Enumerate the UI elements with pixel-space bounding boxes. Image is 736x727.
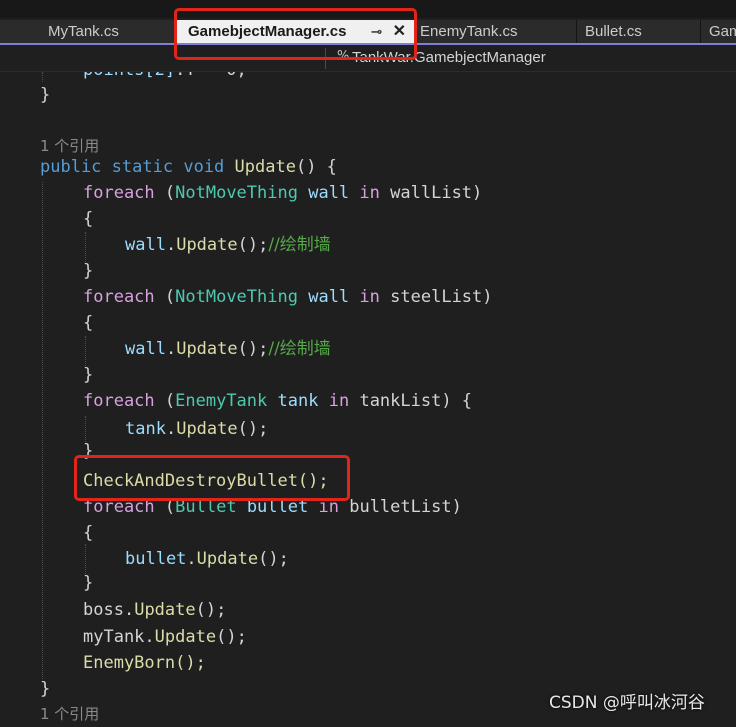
method-name: Update xyxy=(154,627,217,647)
tab-gam[interactable]: Gam xyxy=(701,20,736,43)
code-line: public static void Update() { xyxy=(40,154,337,180)
code-token: bulletList) xyxy=(349,497,462,517)
brace: } xyxy=(83,365,94,385)
brace: } xyxy=(40,85,51,105)
keyword: in xyxy=(359,183,380,203)
highlight-box-tab xyxy=(174,8,417,60)
method-name: Update xyxy=(176,419,238,439)
reference-count-link[interactable]: 1 个引用 xyxy=(40,701,99,727)
method-name: Update xyxy=(176,235,238,255)
code-line: tank.Update(); xyxy=(125,416,268,442)
method-name: Update xyxy=(176,339,238,359)
code-token: (); xyxy=(237,235,269,255)
keyword: foreach xyxy=(83,183,155,203)
code-token: (); xyxy=(237,419,269,439)
brace: } xyxy=(40,679,51,699)
keyword: in xyxy=(328,391,350,411)
code-line: } xyxy=(40,82,50,108)
code-line: foreach (NotMoveThing wall in steelList) xyxy=(83,284,493,310)
brace: { xyxy=(83,209,94,229)
code-line: { xyxy=(83,206,93,232)
highlight-box-call xyxy=(74,455,350,501)
brace: { xyxy=(83,523,94,543)
tab-label: Bullet.cs xyxy=(585,23,642,40)
variable: tank xyxy=(125,419,166,439)
code-line: { xyxy=(83,520,93,546)
code-line: foreach (NotMoveThing wall in wallList) xyxy=(83,180,482,206)
tab-bullet[interactable]: Bullet.cs xyxy=(577,20,701,43)
method-name: Update xyxy=(134,600,196,620)
tab-enemytank[interactable]: EnemyTank.cs xyxy=(414,20,577,43)
indent-guide xyxy=(42,72,43,82)
code-line: } xyxy=(40,676,50,702)
code-line: myTank.Update(); xyxy=(83,624,247,650)
keyword: void xyxy=(183,157,225,177)
keyword: in xyxy=(359,287,380,307)
code-token: tankList) { xyxy=(359,391,473,411)
code-token: . xyxy=(144,627,155,647)
code-token: (); xyxy=(195,600,227,620)
variable: wall xyxy=(308,287,350,307)
keyword: foreach xyxy=(83,287,155,307)
code-token: . xyxy=(165,419,177,439)
code-token: ( xyxy=(154,183,176,203)
tab-label: EnemyTank.cs xyxy=(420,23,518,40)
code-token: wallList) xyxy=(390,183,483,203)
variable: wall xyxy=(308,183,350,203)
code-line: EnemyBorn(); xyxy=(83,650,206,676)
code-token: . xyxy=(165,235,177,255)
variable: bullet xyxy=(125,549,187,569)
variable: wall xyxy=(125,235,166,255)
code-line: } xyxy=(83,362,93,388)
brace: } xyxy=(83,261,94,281)
comment: //绘制墙 xyxy=(268,339,331,359)
code-token: () { xyxy=(295,157,337,177)
brace: { xyxy=(83,313,94,333)
method-name: Update xyxy=(196,549,259,569)
code-token: (); xyxy=(216,627,247,647)
comment: //绘制墙 xyxy=(268,235,331,255)
code-line: } xyxy=(83,570,93,596)
keyword: public xyxy=(40,157,102,177)
method-call: EnemyBorn(); xyxy=(83,653,206,673)
code-line: foreach (EnemyTank tank in tankList) { xyxy=(83,388,472,414)
code-line: wall.Update();//绘制墙 xyxy=(125,232,331,258)
type-name: NotMoveThing xyxy=(175,287,298,307)
code-token: ( xyxy=(154,391,176,411)
code-token: boss xyxy=(83,600,124,620)
variable: tank xyxy=(277,391,319,411)
code-token: steelList) xyxy=(390,287,493,307)
code-line: { xyxy=(83,310,93,336)
code-token: . xyxy=(123,600,135,620)
type-name: NotMoveThing xyxy=(175,183,298,203)
keyword: foreach xyxy=(83,391,155,411)
code-line: bullet.Update(); xyxy=(125,546,289,572)
method-name: Update xyxy=(234,157,296,177)
watermark: CSDN @呼叫冰河谷 xyxy=(549,693,705,713)
tab-label: Gam xyxy=(709,23,736,40)
keyword: static xyxy=(111,157,174,177)
code-token: (); xyxy=(258,549,289,569)
indent-guide xyxy=(42,182,43,679)
type-name: EnemyTank xyxy=(175,391,268,411)
tab-mytank[interactable]: MyTank.cs xyxy=(0,20,176,43)
code-line: wall.Update();//绘制墙 xyxy=(125,336,331,362)
code-token: (); xyxy=(237,339,269,359)
code-line: } xyxy=(83,258,93,284)
code-token: . xyxy=(165,339,177,359)
brace: } xyxy=(83,573,94,593)
code-token: . xyxy=(186,549,197,569)
code-line: boss.Update(); xyxy=(83,597,226,623)
code-token: ( xyxy=(154,287,176,307)
code-token: myTank xyxy=(83,627,145,647)
tab-label: MyTank.cs xyxy=(48,23,119,40)
code-editor[interactable]: points[2].Y = 0; } 1 个引用 public static v… xyxy=(0,0,736,723)
variable: wall xyxy=(125,339,166,359)
